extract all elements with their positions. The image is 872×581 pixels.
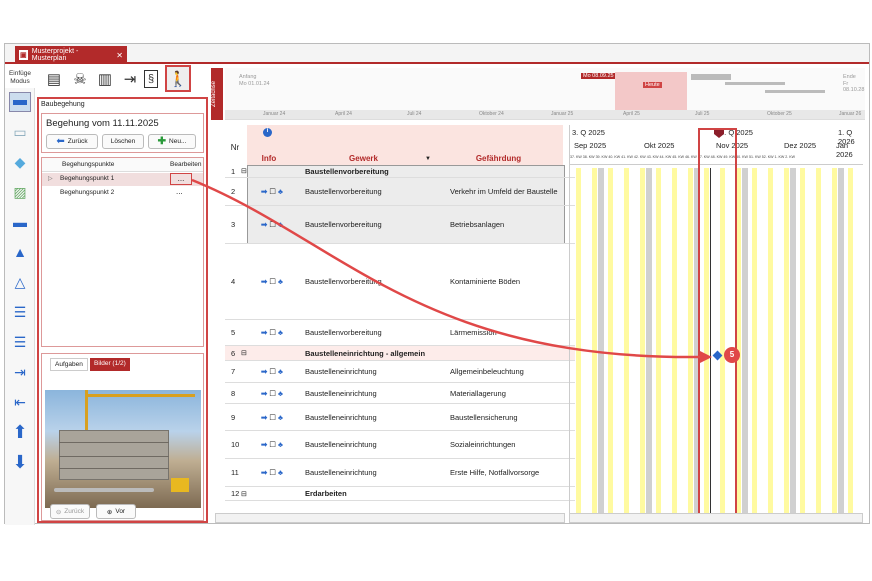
annotation-arrow xyxy=(191,178,712,363)
